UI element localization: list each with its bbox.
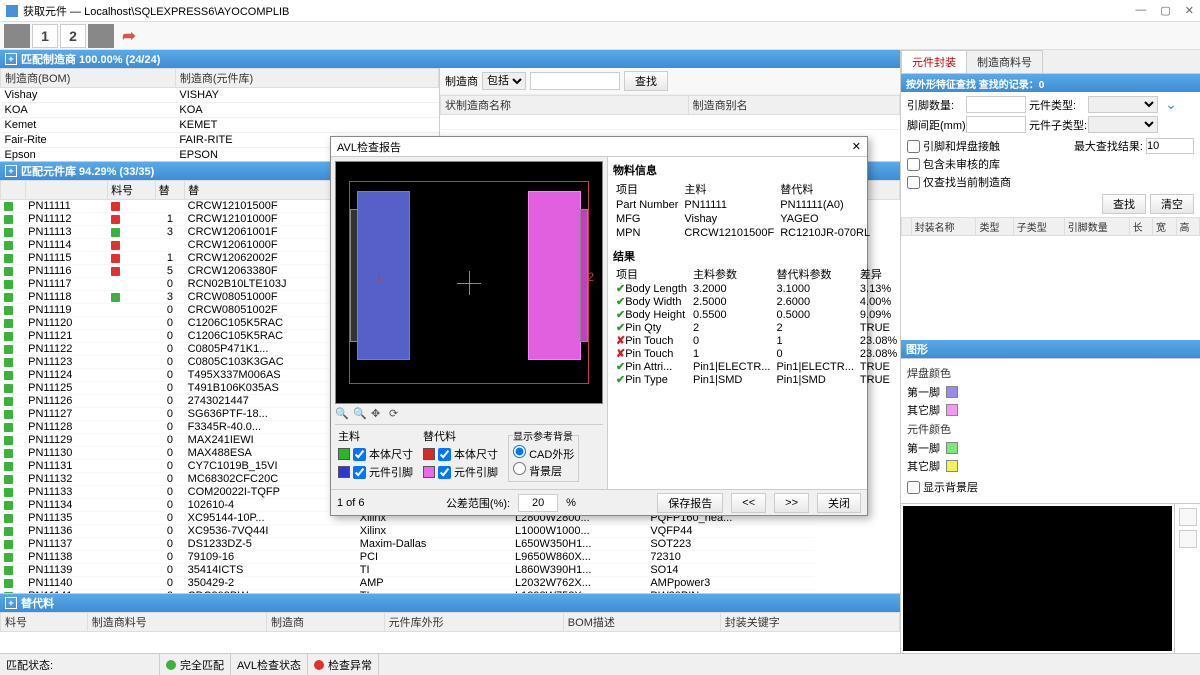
- refresh-icon[interactable]: [1179, 530, 1197, 548]
- chk-show-bg[interactable]: [907, 481, 920, 494]
- tool-blank-button[interactable]: [4, 24, 30, 48]
- zoom-fit-icon[interactable]: [1179, 508, 1197, 526]
- next-button[interactable]: >>: [774, 493, 809, 513]
- swatch-pad-first: [946, 386, 958, 398]
- material-info-table: 项目主料替代料Part NumberPN11111PN11111(A0)MFGV…: [613, 180, 873, 240]
- maximize-icon[interactable]: ▢: [1160, 4, 1170, 17]
- search-header: 按外形特征查找 查找的记录：0: [901, 74, 1200, 92]
- swatch-comp-first: [946, 442, 958, 454]
- swatch-comp-other: [946, 460, 958, 472]
- table-row[interactable]: PN11139035414ICTSTIL860W390H1...SO14: [1, 564, 900, 577]
- alt-component-shape: [528, 191, 581, 360]
- search-button[interactable]: 查找: [1102, 194, 1146, 214]
- page-indicator: 1 of 6: [337, 497, 365, 509]
- avl-report-dialog: AVL检查报告✕ 1 2 🔍 🔍 ✥ ⟳ 主料 本体尺寸 元件引: [330, 136, 868, 516]
- tool-blank2-button[interactable]: [88, 24, 114, 48]
- graph-header: 图形: [901, 340, 1200, 358]
- filter-mode-select[interactable]: 包括: [482, 72, 526, 90]
- reload-icon[interactable]: ⟳: [389, 407, 403, 421]
- toolbar: 1 2 ➦: [0, 22, 1200, 50]
- chevron-down-icon[interactable]: ⌄: [1161, 96, 1181, 113]
- radio-bg[interactable]: [513, 462, 526, 475]
- main-component-shape: [357, 191, 410, 360]
- chk-alt-pins[interactable]: [438, 466, 451, 479]
- mfg-header: +匹配制造商 100.00% (24/24): [0, 50, 900, 68]
- filter-search-button[interactable]: 查找: [624, 71, 668, 91]
- chk-alt-body[interactable]: [438, 448, 451, 461]
- clear-button[interactable]: 清空: [1150, 194, 1194, 214]
- save-report-button[interactable]: 保存报告: [657, 493, 723, 513]
- chk-main-body[interactable]: [353, 448, 366, 461]
- chk-pin-touch[interactable]: [907, 140, 920, 153]
- radio-cad[interactable]: [513, 445, 526, 458]
- sub-header: +替代料: [0, 594, 900, 612]
- pan-icon[interactable]: ✥: [371, 407, 385, 421]
- chk-current-mfg[interactable]: [907, 176, 920, 189]
- statusbar: 匹配状态: 完全匹配 AVL检查状态 检查异常: [0, 653, 1200, 675]
- legend-section: 焊盘颜色 第一脚 其它脚 元件颜色 第一脚 其它脚 显示背景层: [901, 358, 1200, 503]
- table-row[interactable]: PN111400350429-2AMPL2032W762X...AMPpower…: [1, 577, 900, 590]
- tab-package[interactable]: 元件封装: [901, 50, 967, 73]
- chk-main-pins[interactable]: [353, 466, 366, 479]
- app-icon: [6, 5, 18, 17]
- tool-2-button[interactable]: 2: [60, 24, 86, 48]
- type-select[interactable]: [1088, 96, 1158, 113]
- mfg-filter: 制造商 包括 查找: [440, 68, 900, 95]
- pins-input[interactable]: [966, 96, 1026, 113]
- compare-viewport[interactable]: 1 2: [335, 161, 603, 404]
- pitch-input[interactable]: [966, 116, 1026, 133]
- titlebar: 获取元件 — Localhost\SQLEXPRESS6\AYOCOMPLIB …: [0, 0, 1200, 22]
- search-form: 引脚数量: 元件类型: ⌄ 脚间距(mm): 元件子类型:: [901, 92, 1200, 137]
- close-button[interactable]: 关闭: [817, 493, 861, 513]
- bg-radio-group: 显示参考背景 CAD外形 背景层: [508, 428, 579, 482]
- tolerance-input[interactable]: [518, 494, 558, 512]
- dialog-close-icon[interactable]: ✕: [852, 140, 861, 153]
- zoom-out-icon[interactable]: 🔍: [353, 407, 367, 421]
- exit-icon[interactable]: ➦: [116, 24, 142, 48]
- window-title: 获取元件 — Localhost\SQLEXPRESS6\AYOCOMPLIB: [23, 3, 289, 19]
- table-row[interactable]: PN111360XC9536-7VQ44IXilinxL1000W1000...…: [1, 525, 900, 538]
- table-row[interactable]: PN11138079109-16PCIL9650W860X...72310: [1, 551, 900, 564]
- table-row[interactable]: PN111370DS1233DZ-5Maxim-DallasL650W350H1…: [1, 538, 900, 551]
- prev-button[interactable]: <<: [731, 493, 766, 513]
- tab-mfgpn[interactable]: 制造商料号: [966, 50, 1043, 73]
- dialog-title: AVL检查报告: [337, 139, 401, 155]
- crosshair-icon: [457, 271, 481, 295]
- close-icon[interactable]: ✕: [1185, 4, 1194, 17]
- right-panel: 元件封装 制造商料号 按外形特征查找 查找的记录：0 引脚数量: 元件类型: ⌄…: [900, 50, 1200, 653]
- preview-viewport[interactable]: [903, 506, 1172, 651]
- avl-dot-icon: [314, 660, 324, 670]
- match-dot-icon: [166, 660, 176, 670]
- filter-text-input[interactable]: [530, 72, 620, 90]
- swatch-pad-other: [946, 404, 958, 416]
- max-results-input[interactable]: [1146, 138, 1194, 154]
- chk-unapproved[interactable]: [907, 158, 920, 171]
- tool-1-button[interactable]: 1: [32, 24, 58, 48]
- minimize-icon[interactable]: —: [1135, 4, 1146, 17]
- zoom-in-icon[interactable]: 🔍: [335, 407, 349, 421]
- subtype-select[interactable]: [1088, 116, 1158, 133]
- result-table: 项目主料参数替代料参数差异✔Body Length3.20003.10003.1…: [613, 266, 900, 386]
